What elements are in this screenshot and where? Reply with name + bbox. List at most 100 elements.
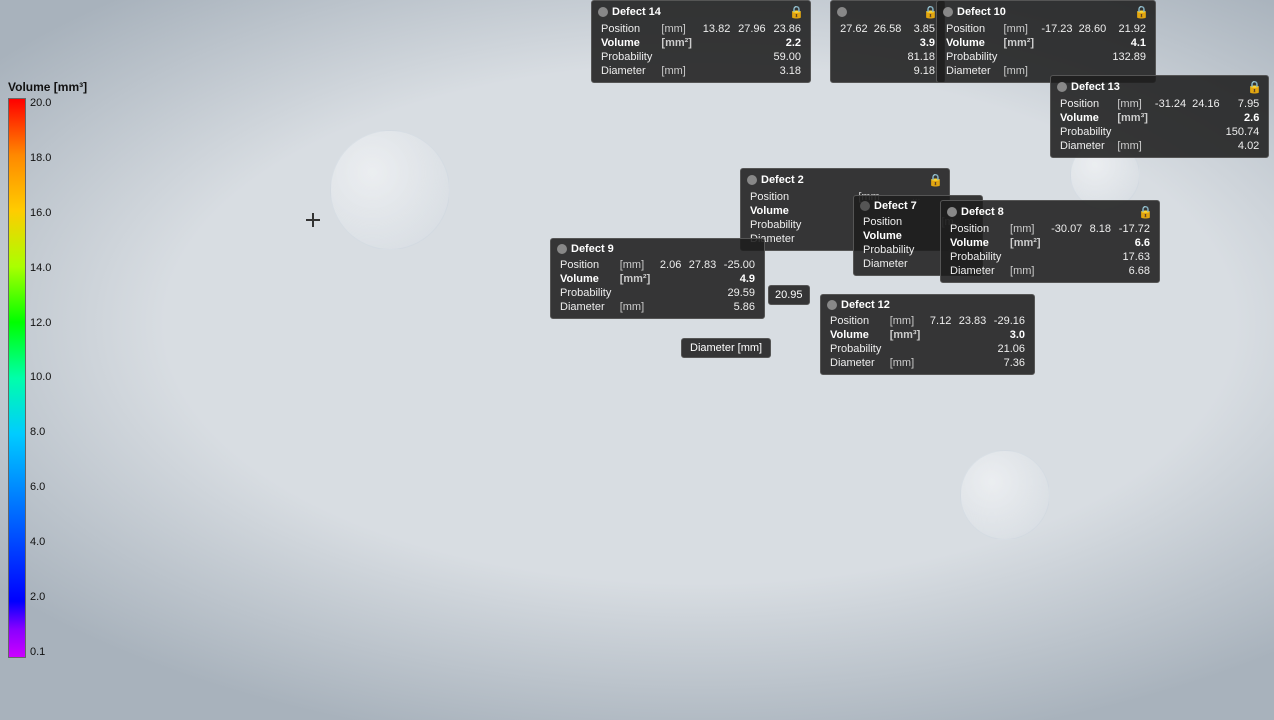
defect-9-prob-label: Probability [557, 286, 617, 300]
defect-8-pos-z: -17.72 [1114, 222, 1153, 236]
defect-14-indicator [598, 7, 608, 17]
defect-13-title: Defect 13 [1071, 81, 1120, 93]
defect-12-diam-val: 7.36 [989, 356, 1028, 370]
defect-9-pos-z: -25.00 [719, 258, 758, 272]
defect-2-indicator [747, 175, 757, 185]
defect-13-lock-icon[interactable]: 🔒 [1247, 80, 1262, 94]
legend-label-01: 0.1 [30, 647, 51, 658]
defect-13-prob-label: Probability [1057, 125, 1114, 139]
defect-8-prob-val: 17.63 [1114, 250, 1153, 264]
defect-14-panel[interactable]: Defect 14 🔒 Position [mm] 13.82 27.96 23… [591, 0, 811, 83]
defect-10-diam-label: Diameter [943, 64, 1001, 78]
defect-13-diam-label: Diameter [1057, 139, 1114, 153]
defect-9-diam-unit: [mm] [617, 300, 656, 314]
defect-12-title: Defect 12 [841, 299, 890, 311]
defect-9-panel[interactable]: Defect 9 Position [mm] 2.06 27.83 -25.00… [550, 238, 765, 319]
defect-8-indicator [947, 207, 957, 217]
defect-13-pos-y: 24.16 [1189, 97, 1223, 111]
defect-9-prob-val: 29.59 [719, 286, 758, 300]
defect-8-vol-label: Volume [947, 236, 1007, 250]
defect-14-pos-unit: [mm] [658, 22, 698, 36]
defect-8-title: Defect 8 [961, 206, 1004, 218]
defect-9-vol-unit: [mm²] [617, 272, 656, 286]
defect-12-indicator [827, 300, 837, 310]
defect-13-vol-unit: [mm³] [1114, 111, 1152, 125]
defect-10-pos-label: Position [943, 22, 1001, 36]
defect-9-vol-label: Volume [557, 272, 617, 286]
defect-7-prob-label: Probability [860, 243, 939, 257]
defect-10-lock-icon[interactable]: 🔒 [1134, 5, 1149, 19]
defect-13-diam-unit: [mm] [1114, 139, 1152, 153]
defect-13-panel[interactable]: Defect 13 🔒 Position [mm] -31.24 24.16 7… [1050, 75, 1269, 158]
defect-12-vol-label: Volume [827, 328, 887, 342]
sphere-decoration [960, 450, 1050, 540]
defect-13-vol-label: Volume [1057, 111, 1114, 125]
defect-12-vol-val: 3.0 [989, 328, 1028, 342]
defect-12-pos-unit: [mm] [887, 314, 926, 328]
defect-13-pos-label: Position [1057, 97, 1114, 111]
defect-14-pos-z: 23.86 [769, 22, 804, 36]
defect-2-prob-label: Probability [747, 218, 855, 232]
defect-14b-pos-y: 26.58 [871, 22, 905, 36]
defect-12-diam-unit: [mm] [887, 356, 926, 370]
defect-10-vol-label: Volume [943, 36, 1001, 50]
defect-14-pos-y: 27.96 [733, 22, 768, 36]
defect-2-lock-icon[interactable]: 🔒 [928, 173, 943, 187]
defect-8-prob-label: Probability [947, 250, 1007, 264]
defect-7-indicator [860, 201, 870, 211]
defect-9-pos-x: 2.06 [656, 258, 685, 272]
legend-color-bar [8, 98, 26, 658]
defect-13-pos-z: 7.95 [1223, 97, 1263, 111]
defect-9-pos-label: Position [557, 258, 617, 272]
defect-7-vol-label: Volume [860, 229, 939, 243]
defect-10-panel[interactable]: Defect 10 🔒 Position [mm] -17.23 28.60 2… [936, 0, 1156, 83]
legend-label-2: 2.0 [30, 592, 51, 603]
legend-label-20: 20.0 [30, 98, 51, 109]
diameter-label-text: Diameter [mm] [690, 342, 762, 354]
defect-12-prob-label: Probability [827, 342, 887, 356]
defect-14-vol-label: Volume [598, 36, 658, 50]
defect-12-pos-x: 7.12 [926, 314, 955, 328]
defect-14-vol-unit: [mm²] [658, 36, 698, 50]
defect-14b-panel[interactable]: 🔒 27.62 26.58 3.85 3.9 81.18 9.18 [830, 0, 945, 83]
defect-14b-diam-val: 9.18 [904, 64, 938, 78]
defect-14b-pos-x: 27.62 [837, 22, 871, 36]
defect-7-diam-label: Diameter [860, 257, 939, 271]
defect-14b-vol-val: 3.9 [904, 36, 938, 50]
defect-13-indicator [1057, 82, 1067, 92]
defect-12-pos-y: 23.83 [954, 314, 989, 328]
defect-12-pos-z: -29.16 [989, 314, 1028, 328]
legend-label-8: 8.0 [30, 427, 51, 438]
defect-14-lock-icon[interactable]: 🔒 [789, 5, 804, 19]
defect-14-pos-label: Position [598, 22, 658, 36]
defect-13-pos-x: -31.24 [1152, 97, 1189, 111]
defect-12-panel[interactable]: Defect 12 Position [mm] 7.12 23.83 -29.1… [820, 294, 1035, 375]
defect-13-prob-val: 150.74 [1223, 125, 1263, 139]
color-legend: Volume [mm³] 20.0 18.0 16.0 14.0 12.0 10… [8, 80, 87, 658]
defect-8-lock-icon[interactable]: 🔒 [1138, 205, 1153, 219]
defect-14-diam-label: Diameter [598, 64, 658, 78]
defect-2-vol-label: Volume [747, 204, 855, 218]
defect-14-title: Defect 14 [612, 6, 661, 18]
defect-10-diam-unit: [mm] [1001, 64, 1039, 78]
defect-12-diam-label: Diameter [827, 356, 887, 370]
defect-8-vol-unit: [mm²] [1007, 236, 1046, 250]
defect-10-prob-val: 132.89 [1109, 50, 1149, 64]
defect-9-indicator [557, 244, 567, 254]
defect-10-vol-unit: [mm²] [1001, 36, 1039, 50]
defect-10-pos-x: -17.23 [1038, 22, 1075, 36]
defect-13-pos-unit: [mm] [1114, 97, 1152, 111]
defect-2-title: Defect 2 [761, 174, 804, 186]
defect-10-title: Defect 10 [957, 6, 1006, 18]
defect-13-vol-val: 2.6 [1223, 111, 1263, 125]
defect-10-vol-val: 4.1 [1109, 36, 1149, 50]
defect-8-pos-x: -30.07 [1046, 222, 1085, 236]
partial-value-2095: 20.95 [768, 285, 810, 305]
legend-label-4: 4.0 [30, 537, 51, 548]
defect-14-vol-val: 2.2 [769, 36, 804, 50]
defect-8-panel[interactable]: Defect 8 🔒 Position [mm] -30.07 8.18 -17… [940, 200, 1160, 283]
legend-label-16: 16.0 [30, 208, 51, 219]
defect-10-pos-unit: [mm] [1001, 22, 1039, 36]
defect-10-pos-y: 28.60 [1076, 22, 1110, 36]
defect-14-diam-unit: [mm] [658, 64, 698, 78]
